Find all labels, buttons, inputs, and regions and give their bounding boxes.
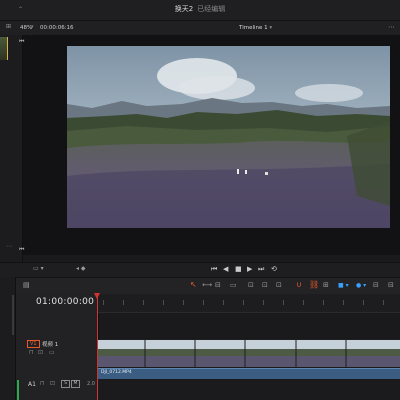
prev-frame-icon[interactable]: ◀ [223,265,228,273]
track-scroll-handle[interactable] [12,295,14,335]
media-thumbnail[interactable] [0,37,8,60]
landscape-image [67,46,390,228]
lock-track-icon[interactable]: ⊓ [29,349,34,356]
overwrite-clip-icon[interactable]: ⊡ [262,281,268,289]
video-track-name[interactable]: 视频 1 [42,340,58,348]
zoom-full-icon[interactable]: ⊟ [373,281,379,289]
snap-icon[interactable]: ∪ [296,280,302,289]
playhead-handle[interactable] [94,293,100,299]
zoom-detail-icon[interactable]: ⊟ [388,281,394,289]
video-clip-thumbnails [98,340,400,367]
video-clip[interactable] [98,340,400,367]
window-title: 换天2 已经编辑 [0,4,400,14]
audio-auto-select-icon[interactable]: ⊡ [50,380,55,387]
timeline-view-icon[interactable]: ▤ [23,281,30,289]
audio-track-lane [98,380,400,400]
dynamic-trim-icon[interactable]: ⊟ [215,281,221,289]
project-name: 换天2 [174,5,194,13]
viewer-side-icon[interactable]: ⏮ [19,38,24,46]
position-lock-icon[interactable]: ⊞ [323,281,329,289]
project-status: 已经编辑 [197,5,226,13]
skip-forward-icon[interactable]: ⏭ [258,265,264,274]
audio-solo-button[interactable]: S [61,380,70,388]
stop-icon[interactable]: ■ [235,265,242,273]
audio-clip[interactable]: DJI_0712.MP4 [98,368,400,379]
transport-bar [0,262,400,277]
play-icon[interactable]: ▶ [247,265,252,273]
audio-track-id[interactable]: A1 [28,381,36,388]
flag-icon[interactable]: ■ ▾ [338,282,349,289]
panel-handle-icon[interactable]: ⋯ [6,243,12,250]
video-track-id[interactable]: V1 [27,340,40,348]
audio-lock-icon[interactable]: ⊓ [40,380,45,387]
chevron-down-icon: ▾ [269,25,273,31]
more-options-icon[interactable]: ⋯ [388,23,395,31]
video-frame [67,46,390,228]
marker-icon[interactable]: ● ▾ [356,282,366,289]
audio-track-color [17,380,19,400]
collapse-icon[interactable]: ⌃ [18,6,23,13]
playhead[interactable] [97,294,98,400]
auto-select-icon[interactable]: ⊡ [38,349,43,356]
replace-clip-icon[interactable]: ⊡ [276,281,282,289]
timeline-ruler[interactable] [98,294,400,313]
timeline-selector-label: Timeline 1 [239,25,268,31]
audio-clip-label: DJI_0712.MP4 [101,370,132,375]
left-panel-toggle-icon[interactable]: ⊞ [6,23,11,30]
audio-mute-button[interactable]: M [71,380,80,388]
zoom-chevron-icon[interactable]: ▾ [31,24,34,30]
blade-tool-icon[interactable]: ▭ [230,281,237,289]
viewer-options-icon[interactable]: ▭ ▾ [33,265,44,272]
link-icon[interactable]: ⛓ [309,280,319,289]
skip-back-icon[interactable]: ⏮ [211,265,217,274]
trim-tool-icon[interactable]: ⟷ [202,281,212,289]
insert-clip-icon[interactable]: ⊡ [248,281,254,289]
mark-icon[interactable]: ◂ ◆ [76,265,86,272]
viewer-bottom-icon[interactable]: ⏮ [19,246,24,254]
media-pool-strip [0,35,23,265]
loop-icon[interactable]: ⟲ [271,265,277,273]
selection-tool-icon[interactable]: ↖ [190,280,197,289]
timeline-timecode: 01:00:00:00 [36,297,95,307]
viewer-timecode: 00:00:06:16 [40,25,74,31]
timeline-selector[interactable]: Timeline 1 ▾ [239,25,272,31]
track-visibility-icon[interactable]: ▭ [49,349,55,356]
audio-level: 2.0 [87,381,95,387]
